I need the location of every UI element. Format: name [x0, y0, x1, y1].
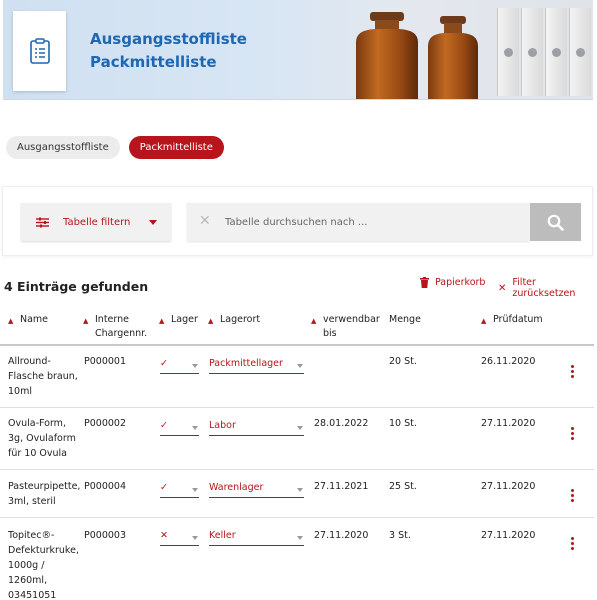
lager-select[interactable]: ✓ [160, 482, 199, 498]
table-row: Allround-Flasche braun, 10ml P000001 ✓ P… [0, 346, 594, 408]
lager-select[interactable]: ✕ [160, 530, 199, 546]
sort-icon: ▲ [208, 317, 214, 325]
page-title: Ausgangsstoffliste Packmittelliste [90, 28, 247, 74]
chevron-down-icon [149, 220, 157, 225]
tab-ausgangsstoffliste[interactable]: Ausgangsstoffliste [6, 136, 120, 159]
close-icon: ✕ [498, 282, 507, 294]
lager-select[interactable]: ✓ [160, 358, 199, 374]
chevron-down-icon [297, 488, 303, 492]
cell-charge: P000001 [84, 356, 126, 367]
filter-panel: Tabelle filtern ✕ [2, 186, 593, 256]
sort-icon: ▲ [481, 317, 487, 325]
column-header-name[interactable]: ▲ Name [8, 313, 48, 327]
chevron-down-icon [297, 364, 303, 368]
sort-icon: ▲ [311, 317, 317, 325]
row-menu-icon[interactable] [570, 537, 576, 552]
clear-search-icon[interactable]: ✕ [199, 213, 211, 229]
lagerort-select[interactable]: Warenlager [209, 482, 304, 498]
row-menu-icon[interactable] [570, 427, 576, 442]
column-header-charge[interactable]: ▲ Interne Chargennr. [83, 313, 165, 341]
table-row: Pasteurpipette, 3ml, steril P000004 ✓ Wa… [0, 470, 594, 518]
sort-icon: ▲ [83, 317, 89, 325]
tab-packmittelliste[interactable]: Packmittelliste [128, 136, 224, 159]
column-header-lagerort[interactable]: ▲ Lagerort [208, 313, 260, 327]
clipboard-icon [29, 38, 50, 64]
cell-pruefdatum: 27.11.2020 [481, 530, 536, 541]
reset-label: Filter zurücksetzen [512, 277, 576, 299]
cell-name: Topitec®-Defekturkruke, 1000g / 1260ml, … [8, 530, 79, 600]
search-input[interactable] [225, 203, 515, 241]
lagerort-select[interactable]: Keller [209, 530, 304, 546]
cell-charge: P000004 [84, 481, 126, 492]
cell-pruefdatum: 26.11.2020 [481, 356, 536, 367]
trash-link[interactable]: Papierkorb [420, 277, 485, 288]
cell-charge: P000002 [84, 418, 126, 429]
search-box: ✕ [187, 203, 530, 241]
cell-menge: 10 St. [389, 418, 417, 429]
cell-pruefdatum: 27.11.2020 [481, 418, 536, 429]
trash-icon [420, 277, 429, 288]
cell-charge: P000003 [84, 530, 126, 541]
filter-button-label: Tabelle filtern [63, 216, 131, 228]
title-line-2: Packmittelliste [90, 53, 217, 71]
cell-name: Allround-Flasche braun, 10ml [8, 356, 78, 397]
column-header-pruefdatum[interactable]: ▲ Prüfdatum [481, 313, 543, 327]
column-header-verwendbar[interactable]: ▲ verwendbar bis [311, 313, 383, 341]
cell-name: Ovula-Form, 3g, Ovulaform für 10 Ovula [8, 418, 76, 459]
title-line-1: Ausgangsstoffliste [90, 30, 247, 48]
lagerort-select[interactable]: Packmittellager [209, 358, 304, 374]
cell-verwendbar: 27.11.2020 [314, 530, 369, 541]
sliders-icon [36, 217, 49, 227]
cell-menge: 3 St. [389, 530, 411, 541]
binders-illustration [473, 8, 593, 96]
column-header-menge[interactable]: Menge [389, 313, 421, 327]
chevron-down-icon [192, 364, 198, 368]
chevron-down-icon [297, 536, 303, 540]
cell-verwendbar: 27.11.2021 [314, 481, 369, 492]
row-menu-icon[interactable] [570, 489, 576, 504]
cell-menge: 25 St. [389, 481, 417, 492]
search-icon [547, 214, 564, 231]
chevron-down-icon [192, 426, 198, 430]
reset-filters-link[interactable]: ✕ Filter zurücksetzen [498, 277, 597, 299]
cell-menge: 20 St. [389, 356, 417, 367]
table-row: Topitec®-Defekturkruke, 1000g / 1260ml, … [0, 518, 594, 600]
column-header-lager[interactable]: ▲ Lager [159, 313, 198, 327]
header-banner: Ausgangsstoffliste Packmittelliste [3, 0, 593, 100]
sort-icon: ▲ [159, 317, 165, 325]
checklist-card [13, 11, 66, 91]
chevron-down-icon [192, 536, 198, 540]
sort-up-icon: ▲ [8, 317, 14, 325]
filter-table-button[interactable]: Tabelle filtern [21, 203, 171, 241]
lagerort-select[interactable]: Labor [209, 420, 304, 436]
cell-verwendbar: 28.01.2022 [314, 418, 369, 429]
row-menu-icon[interactable] [570, 365, 576, 380]
cell-pruefdatum: 27.11.2020 [481, 481, 536, 492]
trash-label: Papierkorb [435, 277, 486, 288]
chevron-down-icon [297, 426, 303, 430]
search-button[interactable] [530, 203, 581, 241]
cell-name: Pasteurpipette, 3ml, steril [8, 481, 81, 507]
table-row: Ovula-Form, 3g, Ovulaform für 10 Ovula P… [0, 408, 594, 470]
lager-select[interactable]: ✓ [160, 420, 199, 436]
chevron-down-icon [192, 488, 198, 492]
table-header: ▲ Name ▲ Interne Chargennr. ▲ Lager ▲ La… [0, 308, 594, 346]
results-count: 4 Einträge gefunden [4, 279, 149, 294]
list-tabs: Ausgangsstoffliste Packmittelliste [6, 136, 224, 159]
